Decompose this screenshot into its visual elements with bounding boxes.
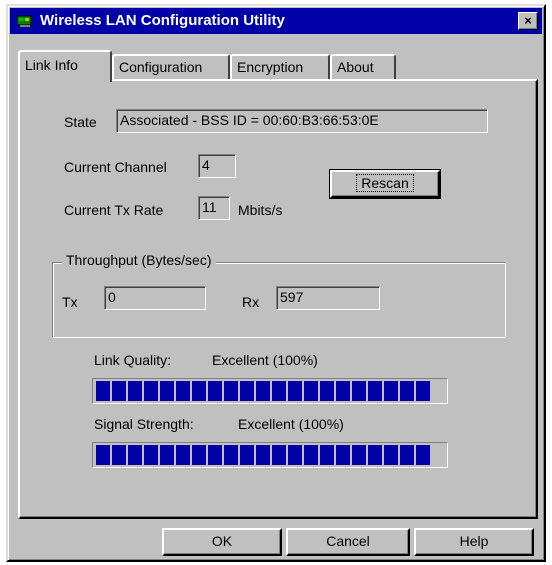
- title-bar[interactable]: Wireless LAN Configuration Utility ×: [10, 8, 542, 34]
- ok-button[interactable]: OK: [162, 528, 282, 556]
- network-card-icon: [16, 14, 34, 28]
- tab-configuration[interactable]: Configuration: [112, 54, 230, 80]
- help-button[interactable]: Help: [414, 528, 534, 556]
- config-utility-window: Wireless LAN Configuration Utility × Lin…: [6, 4, 546, 562]
- tab-link-info[interactable]: Link Info: [18, 50, 112, 82]
- tab-encryption[interactable]: Encryption: [230, 54, 330, 80]
- link-info-panel: [18, 79, 538, 519]
- close-button[interactable]: ×: [518, 12, 538, 30]
- window-title: Wireless LAN Configuration Utility: [40, 12, 285, 29]
- close-icon: ×: [524, 13, 532, 28]
- cancel-button[interactable]: Cancel: [286, 528, 410, 556]
- tab-about[interactable]: About: [330, 54, 396, 80]
